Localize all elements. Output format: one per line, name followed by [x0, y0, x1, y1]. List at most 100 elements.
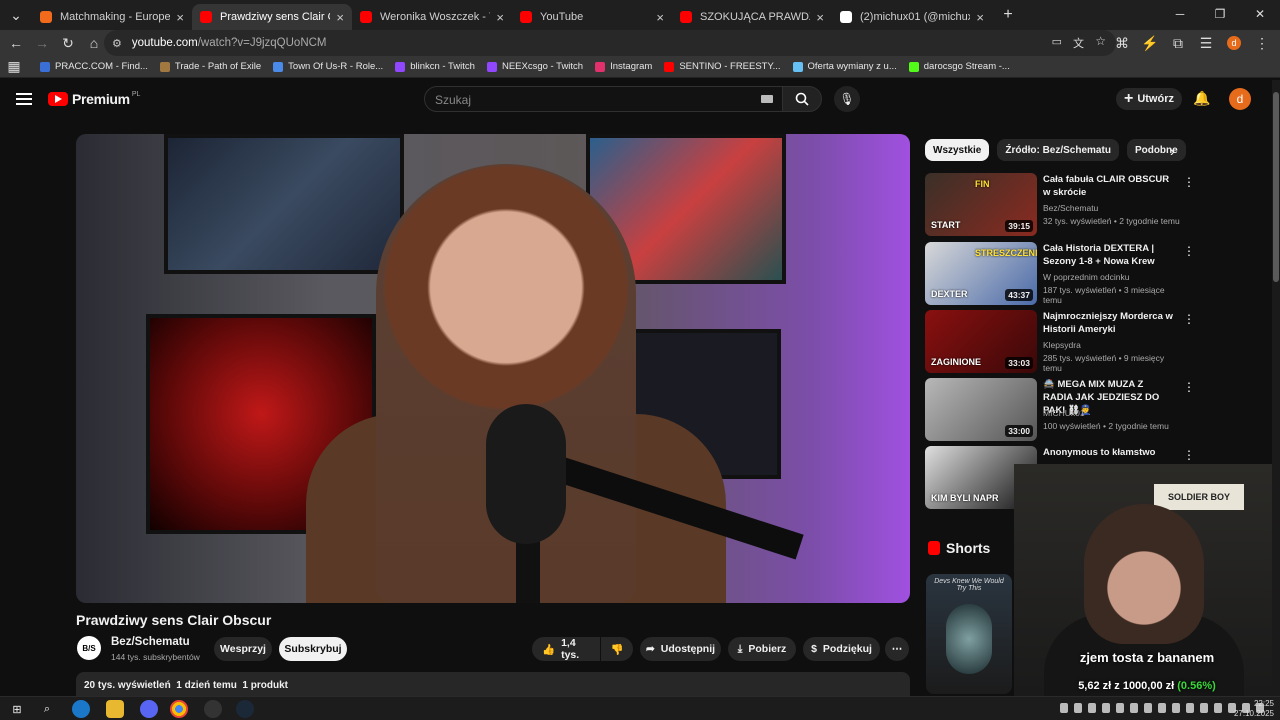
thanks-button[interactable]: $ Podziękuj [803, 637, 880, 661]
account-avatar[interactable]: d [1229, 88, 1251, 110]
browser-menu-icon[interactable]: ⋮ [1250, 31, 1274, 55]
tray-icon[interactable] [1214, 703, 1222, 713]
tray-icon[interactable] [1088, 703, 1096, 713]
browser-tab[interactable]: YouTube × [512, 4, 672, 30]
tray-icon[interactable] [1144, 703, 1152, 713]
tray-icon[interactable] [1186, 703, 1194, 713]
minimize-icon[interactable]: ─ [1160, 0, 1200, 28]
extension-icon[interactable]: ⚡ [1138, 31, 1162, 55]
tray-icon[interactable] [1172, 703, 1180, 713]
download-button[interactable]: ⤓ Pobierz [728, 637, 796, 661]
tray-icon[interactable] [1116, 703, 1124, 713]
share-button[interactable]: ➦ Udostępnij [640, 637, 721, 661]
tray-icon[interactable] [1102, 703, 1110, 713]
bookmark-item[interactable]: PRACC.COM - Find... [40, 61, 148, 72]
recommended-title[interactable]: Najmroczniejszy Morderca w Historii Amer… [1043, 310, 1173, 336]
tray-icon[interactable] [1074, 703, 1082, 713]
browser-tab[interactable]: (2)michux01 (@michux01) | Tik × [832, 4, 992, 30]
recommended-video[interactable]: 33:00 🚔 MEGA MIX MUZA Z RADIA JAK JEDZIES… [925, 378, 1195, 441]
search-button[interactable] [782, 86, 822, 112]
close-tab-icon[interactable]: × [656, 10, 664, 25]
back-icon[interactable]: ← [4, 31, 28, 55]
recommended-channel[interactable]: W poprzednim odcinku [1043, 272, 1129, 282]
dislike-button[interactable]: 👎 [601, 637, 633, 661]
description-box[interactable]: 20 tys. wyświetleń 1 dzień temu 1 produk… [76, 672, 910, 696]
translate-icon[interactable]: 文 [1073, 35, 1084, 51]
apps-grid-icon[interactable]: ▦ [2, 55, 26, 79]
more-options-icon[interactable]: ⋮ [1183, 448, 1195, 462]
site-info-icon[interactable]: ⚙ [112, 37, 122, 50]
bookmark-item[interactable]: Trade - Path of Exile [159, 61, 261, 72]
close-tab-icon[interactable]: × [976, 10, 984, 25]
more-actions-button[interactable]: ⋯ [885, 637, 909, 661]
browser-tab[interactable]: Matchmaking - Europe 5v5 Qu × [32, 4, 192, 30]
recommended-video[interactable]: START FIN 39:15 Cała fabuła CLAIR OBSCUR w … [925, 173, 1195, 236]
video-thumbnail[interactable]: ZAGINIONE 33:03 [925, 310, 1037, 373]
discord-icon[interactable] [140, 700, 158, 718]
bookmark-star-icon[interactable]: ☆ [1095, 34, 1106, 48]
short-thumbnail[interactable]: Devs Knew We Would Try This [926, 574, 1012, 694]
new-tab-icon[interactable]: + [996, 3, 1020, 27]
browser-tab[interactable]: Weronika Woszczek - YouTube × [352, 4, 512, 30]
extension-icon[interactable]: ⌘ [1110, 31, 1134, 55]
edge-icon[interactable] [72, 700, 90, 718]
recommended-video[interactable]: ZAGINIONE 33:03 Najmroczniejszy Morderca w… [925, 310, 1195, 373]
recommended-title[interactable]: Anonymous to kłamstwo [1043, 446, 1173, 459]
more-options-icon[interactable]: ⋮ [1183, 312, 1195, 326]
tray-icon[interactable] [1130, 703, 1138, 713]
recommended-title[interactable]: Cała Historia DEXTERA | Sezony 1-8 + Now… [1043, 242, 1173, 268]
reading-list-icon[interactable]: ☰ [1194, 31, 1218, 55]
menu-icon[interactable] [16, 93, 32, 105]
chrome-icon[interactable] [170, 700, 188, 718]
extensions-puzzle-icon[interactable]: ⧉ [1166, 31, 1190, 55]
tray-icon[interactable] [1158, 703, 1166, 713]
create-button[interactable]: + Utwórz [1116, 88, 1182, 110]
video-thumbnail[interactable]: 33:00 [925, 378, 1037, 441]
browser-tab[interactable]: Prawdziwy sens Clair Obscur - Y × [192, 4, 352, 30]
file-explorer-icon[interactable] [106, 700, 124, 718]
close-window-icon[interactable]: ✕ [1240, 0, 1280, 28]
recommended-channel[interactable]: Bez/Schematu [1043, 203, 1098, 213]
keyboard-icon[interactable] [761, 95, 773, 103]
bookmark-item[interactable]: Oferta wymiany z u... [792, 61, 897, 72]
close-tab-icon[interactable]: × [496, 10, 504, 25]
search-icon[interactable]: ⌕ [38, 700, 56, 718]
filter-chip[interactable]: Podobne [1126, 139, 1186, 161]
filter-chip[interactable]: Wszystkie [925, 139, 990, 161]
chevron-right-icon[interactable]: › [1170, 143, 1175, 159]
video-thumbnail[interactable]: DEXTER STRESZCZENIE 43:37 [925, 242, 1037, 305]
close-tab-icon[interactable]: × [176, 10, 184, 25]
home-icon[interactable]: ⌂ [82, 31, 106, 55]
like-button[interactable]: 👍 1,4 tys. [532, 637, 600, 661]
notifications-bell-icon[interactable]: 🔔 [1193, 90, 1210, 107]
bookmark-item[interactable]: NEEXcsgo - Twitch [486, 61, 583, 72]
support-button[interactable]: Wesprzyj [214, 637, 272, 661]
app-icon[interactable] [204, 700, 222, 718]
install-icon[interactable]: ▭ [1052, 35, 1062, 48]
reload-icon[interactable]: ↻ [56, 31, 80, 55]
restore-icon[interactable]: ❐ [1200, 0, 1240, 28]
forward-icon[interactable]: → [30, 31, 54, 55]
video-player[interactable] [76, 134, 910, 603]
close-tab-icon[interactable]: × [336, 10, 344, 25]
profile-avatar[interactable]: d [1222, 31, 1246, 55]
bookmark-item[interactable]: blinkcn - Twitch [395, 61, 475, 72]
bookmark-item[interactable]: darocsgo Stream -... [908, 61, 1010, 72]
tray-icon[interactable] [1060, 703, 1068, 713]
close-tab-icon[interactable]: × [816, 10, 824, 25]
channel-name[interactable]: Bez/Schematu [111, 636, 190, 648]
search-input[interactable]: Szukaj [424, 86, 784, 112]
recommended-channel[interactable]: MICHUx01 [1043, 408, 1085, 418]
subscribe-button[interactable]: Subskrybuj [279, 637, 347, 661]
bookmark-item[interactable]: Instagram [595, 61, 652, 72]
page-scrollbar[interactable] [1272, 80, 1280, 700]
start-icon[interactable]: ⊞ [8, 700, 26, 718]
channel-avatar[interactable]: B/S [77, 636, 101, 660]
bookmark-item[interactable]: SENTINO - FREESTY... [664, 61, 781, 72]
voice-search-button[interactable]: 🎙 [834, 86, 860, 112]
more-options-icon[interactable]: ⋮ [1183, 380, 1195, 394]
recommended-video[interactable]: DEXTER STRESZCZENIE 43:37 Cała Historia DEX… [925, 242, 1195, 305]
recommended-title[interactable]: Cała fabuła CLAIR OBSCUR w skrócie [1043, 173, 1173, 199]
steam-icon[interactable] [236, 700, 254, 718]
scrollbar-thumb[interactable] [1273, 92, 1279, 282]
